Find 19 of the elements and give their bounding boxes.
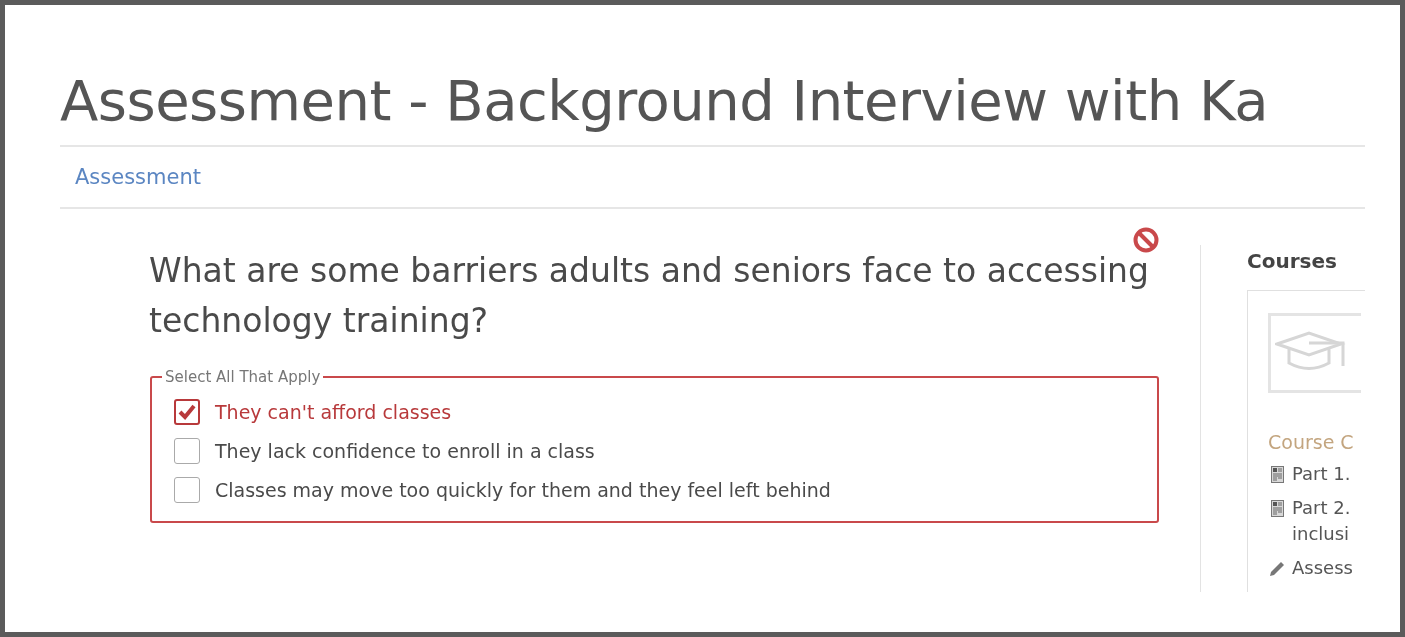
prohibited-icon <box>1132 226 1160 254</box>
option-label: They lack confidence to enroll in a class <box>215 439 595 462</box>
pencil-icon <box>1268 560 1286 578</box>
course-item-link[interactable]: inclusi <box>1292 521 1351 547</box>
course-item-link[interactable]: Part 2. <box>1292 495 1351 521</box>
checkbox[interactable] <box>174 476 200 503</box>
checkbox[interactable] <box>174 437 200 464</box>
course-item-link[interactable]: Assess <box>1292 555 1353 581</box>
page-title: Assessment - Background Interview with Ka <box>60 67 1269 135</box>
option-label: They can't afford classes <box>215 400 452 423</box>
course-item-link[interactable]: Part 1. <box>1292 461 1351 487</box>
group-legend: Select All That Apply <box>162 368 324 386</box>
option-label: Classes may move too quickly for them and they feel left behind <box>215 478 831 501</box>
document-icon <box>1270 500 1284 517</box>
question-text: What are some barriers adults and seniors face to accessing technology training? <box>149 250 1149 342</box>
sidebar-heading: Courses <box>1247 248 1338 275</box>
document-icon <box>1270 466 1284 483</box>
breadcrumb-link[interactable]: Assessment <box>75 165 201 189</box>
checkbox[interactable] <box>174 398 200 425</box>
